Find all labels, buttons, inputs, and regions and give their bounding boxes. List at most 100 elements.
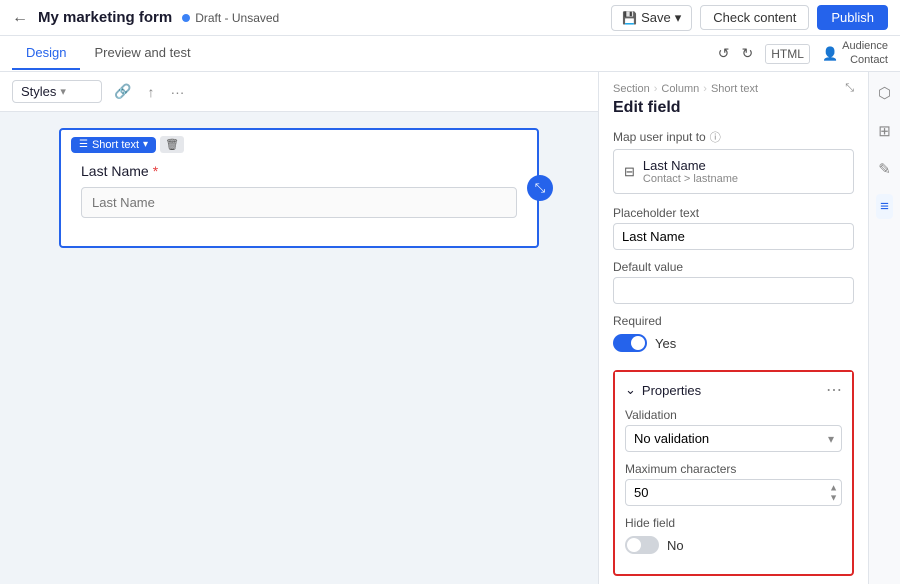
canvas-handle[interactable]: ⤡ bbox=[527, 175, 553, 201]
section-title: Edit field bbox=[613, 99, 854, 117]
default-value-label: Default value bbox=[613, 260, 854, 274]
delete-field-button[interactable]: 🗑 bbox=[160, 136, 184, 153]
save-button[interactable]: 💾 Save ▾ bbox=[611, 5, 692, 31]
map-input-group: Map user input to ⓘ ⊟ Last Name Contact … bbox=[613, 129, 854, 194]
breadcrumb-section: Section bbox=[613, 83, 650, 95]
nav-right: ↺ ↻ HTML 👤 Audience Contact bbox=[718, 40, 888, 66]
placeholder-input[interactable] bbox=[613, 223, 854, 250]
map-box-name: Last Name bbox=[643, 158, 738, 173]
spin-up[interactable]: ▲ bbox=[829, 483, 838, 492]
publish-button[interactable]: Publish bbox=[817, 5, 888, 30]
properties-section: ⌄ Properties ⋯ Validation No validation … bbox=[613, 370, 854, 576]
draft-dot bbox=[182, 14, 190, 22]
short-text-badge[interactable]: ☰ Short text ▾ bbox=[71, 137, 156, 153]
redo-icon: ↻ bbox=[742, 45, 754, 62]
yes-label: Yes bbox=[655, 336, 676, 351]
styles-chevron: ▾ bbox=[60, 85, 66, 98]
sidebar-icon-4[interactable]: ≡ bbox=[876, 194, 893, 219]
short-text-toolbar: ☰ Short text ▾ 🗑 bbox=[61, 130, 537, 153]
default-value-input[interactable] bbox=[613, 277, 854, 304]
html-label: HTML bbox=[771, 47, 804, 61]
properties-title-row: ⌄ Properties bbox=[625, 382, 701, 398]
validation-select-wrapper: No validation ▾ bbox=[625, 425, 842, 452]
redo-button[interactable]: ↻ bbox=[742, 45, 754, 62]
number-spinners: ▲ ▼ bbox=[829, 483, 838, 502]
sidebar-icon-2[interactable]: ⊞ bbox=[874, 118, 895, 144]
back-button[interactable]: ← bbox=[12, 9, 28, 27]
nav-tabs: Design Preview and test ↺ ↻ HTML 👤 Audie… bbox=[0, 36, 900, 72]
save-label: Save bbox=[641, 10, 671, 25]
hide-field-toggle[interactable] bbox=[625, 536, 659, 554]
audience-button[interactable]: 👤 Audience Contact bbox=[822, 40, 888, 66]
tab-preview[interactable]: Preview and test bbox=[80, 37, 204, 70]
required-label: Required bbox=[613, 314, 854, 328]
undo-button[interactable]: ↺ bbox=[718, 45, 730, 62]
more-button[interactable]: ··· bbox=[166, 82, 188, 102]
sidebar-icon-1[interactable]: ⬡ bbox=[874, 80, 895, 106]
draft-label: Draft - Unsaved bbox=[195, 11, 279, 25]
hide-field-group: Hide field No bbox=[625, 516, 842, 554]
map-input-label: Map user input to ⓘ bbox=[613, 129, 854, 145]
map-box-content: Last Name Contact > lastname bbox=[643, 158, 738, 185]
breadcrumb-column: Column bbox=[661, 83, 699, 95]
sidebar-icon-props: ≡ bbox=[880, 198, 889, 215]
html-button[interactable]: HTML bbox=[765, 44, 810, 64]
left-panel: Styles ▾ 🔗 ↑ ··· ☰ Short text ▾ bbox=[0, 72, 598, 584]
map-label-text: Map user input to bbox=[613, 130, 706, 144]
field-content: Last Name * bbox=[61, 153, 537, 238]
link-button[interactable]: 🔗 bbox=[110, 81, 135, 102]
validation-group: Validation No validation ▾ bbox=[625, 408, 842, 452]
properties-header[interactable]: ⌄ Properties ⋯ bbox=[615, 372, 852, 408]
trash-icon: 🗑 bbox=[165, 139, 179, 151]
sidebar-icon-add: ⊞ bbox=[878, 123, 891, 140]
breadcrumb-sep1: › bbox=[654, 83, 658, 95]
field-input[interactable] bbox=[81, 187, 517, 218]
topbar-right: 💾 Save ▾ Check content Publish bbox=[611, 5, 888, 31]
placeholder-group: Placeholder text bbox=[613, 206, 854, 250]
check-content-button[interactable]: Check content bbox=[700, 5, 809, 30]
short-text-chevron: ▾ bbox=[143, 139, 148, 150]
info-icon: ⓘ bbox=[710, 129, 721, 145]
draft-badge: Draft - Unsaved bbox=[182, 11, 279, 25]
required-group: Required Yes bbox=[613, 314, 854, 352]
map-box[interactable]: ⊟ Last Name Contact > lastname bbox=[613, 149, 854, 194]
max-chars-wrapper: ▲ ▼ bbox=[625, 479, 842, 506]
breadcrumb: Section › Column › Short text ⤡ bbox=[613, 82, 854, 95]
arrow-button[interactable]: ↑ bbox=[143, 82, 158, 102]
map-field-icon: ⊟ bbox=[624, 164, 635, 180]
max-chars-group: Maximum characters ▲ ▼ bbox=[625, 462, 842, 506]
validation-select[interactable]: No validation bbox=[625, 425, 842, 452]
properties-chevron: ⌄ bbox=[625, 382, 636, 398]
back-icon: ← bbox=[12, 9, 28, 27]
icon-sidebar: ⬡ ⊞ ✎ ≡ bbox=[868, 72, 900, 584]
edit-field-area: Section › Column › Short text ⤡ Edit fie… bbox=[599, 72, 868, 362]
properties-title: Properties bbox=[642, 383, 701, 398]
breadcrumb-short-text: Short text bbox=[711, 83, 758, 95]
arrow-icon: ↑ bbox=[147, 84, 154, 100]
sidebar-icon-layout: ⬡ bbox=[878, 85, 891, 102]
sidebar-icon-3[interactable]: ✎ bbox=[874, 156, 895, 182]
tab-design[interactable]: Design bbox=[12, 37, 80, 70]
audience-icon: 👤 bbox=[822, 46, 838, 62]
required-toggle[interactable] bbox=[613, 334, 647, 352]
styles-label: Styles bbox=[21, 84, 56, 99]
link-icon: 🔗 bbox=[114, 83, 131, 99]
short-text-label: Short text bbox=[92, 139, 139, 151]
toggle-knob bbox=[631, 336, 645, 350]
hide-field-label: Hide field bbox=[625, 516, 842, 530]
toggle-off-knob bbox=[627, 538, 641, 552]
main-layout: Styles ▾ 🔗 ↑ ··· ☰ Short text ▾ bbox=[0, 72, 900, 584]
properties-more-icon[interactable]: ⋯ bbox=[826, 380, 842, 400]
nav-left: Design Preview and test bbox=[12, 37, 205, 70]
field-label-text: Last Name * bbox=[81, 163, 517, 179]
properties-body: Validation No validation ▾ Maximum chara… bbox=[615, 408, 852, 574]
more-icon: ··· bbox=[170, 84, 184, 100]
breadcrumb-sep2: › bbox=[703, 83, 707, 95]
no-label: No bbox=[667, 538, 684, 553]
styles-select[interactable]: Styles ▾ bbox=[12, 80, 102, 103]
resize-icon: ⤡ bbox=[845, 82, 854, 95]
spin-down[interactable]: ▼ bbox=[829, 493, 838, 502]
toggle-row: Yes bbox=[613, 334, 854, 352]
topbar-left: ← My marketing form Draft - Unsaved bbox=[12, 9, 279, 27]
max-chars-input[interactable] bbox=[625, 479, 842, 506]
